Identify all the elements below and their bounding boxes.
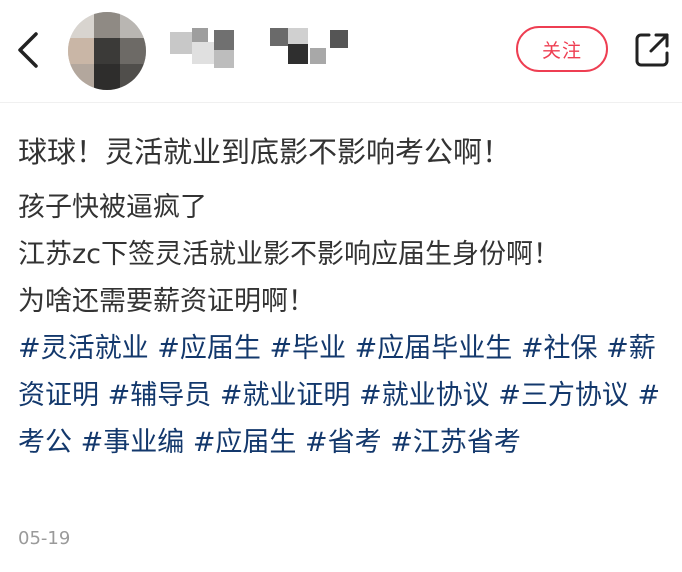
hashtag-link[interactable]: #事业编 (81, 427, 185, 458)
body-line: 为啥还需要薪资证明啊！ (18, 286, 315, 317)
hashtag-link[interactable]: #应届毕业生 (355, 333, 513, 364)
back-button[interactable] (10, 28, 46, 72)
share-button[interactable] (632, 30, 672, 70)
body-line: 孩子快被逼疯了 (18, 192, 207, 223)
avatar[interactable] (68, 12, 146, 90)
post-date: 05-19 (18, 528, 71, 549)
hashtag-link[interactable]: #灵活就业 (18, 333, 149, 364)
post-title: 球球！灵活就业到底影不影响考公啊！ (18, 135, 512, 169)
hashtag-link[interactable]: #社保 (521, 333, 598, 364)
hashtag-link[interactable]: #就业证明 (220, 380, 351, 411)
header-divider (0, 102, 682, 103)
hashtag-link[interactable]: #毕业 (269, 333, 346, 364)
hashtag-link[interactable]: #就业协议 (359, 380, 490, 411)
follow-button-label: 关注 (541, 39, 582, 62)
username-pixelated[interactable] (170, 28, 360, 70)
hashtag-link[interactable]: #应届生 (193, 427, 297, 458)
hashtag-link[interactable]: #辅导员 (108, 380, 212, 411)
follow-button[interactable]: 关注 (516, 26, 608, 72)
hashtag-link[interactable]: #应届生 (157, 333, 261, 364)
body-line: 江苏zc下签灵活就业影不影响应届生身份啊！ (18, 239, 561, 270)
hashtag-link[interactable]: #江苏省考 (390, 427, 521, 458)
share-external-icon (635, 33, 669, 67)
hashtag-link[interactable]: #三方协议 (498, 380, 629, 411)
post-body: 孩子快被逼疯了 江苏zc下签灵活就业影不影响应届生身份啊！ 为啥还需要薪资证明啊… (18, 184, 674, 466)
chevron-left-icon (18, 32, 38, 68)
hashtag-link[interactable]: #省考 (305, 427, 382, 458)
hashtag-list: #灵活就业 #应届生 #毕业 #应届毕业生 #社保 #薪资证明 #辅导员 #就业… (18, 325, 674, 466)
post-header: 关注 (0, 0, 682, 100)
